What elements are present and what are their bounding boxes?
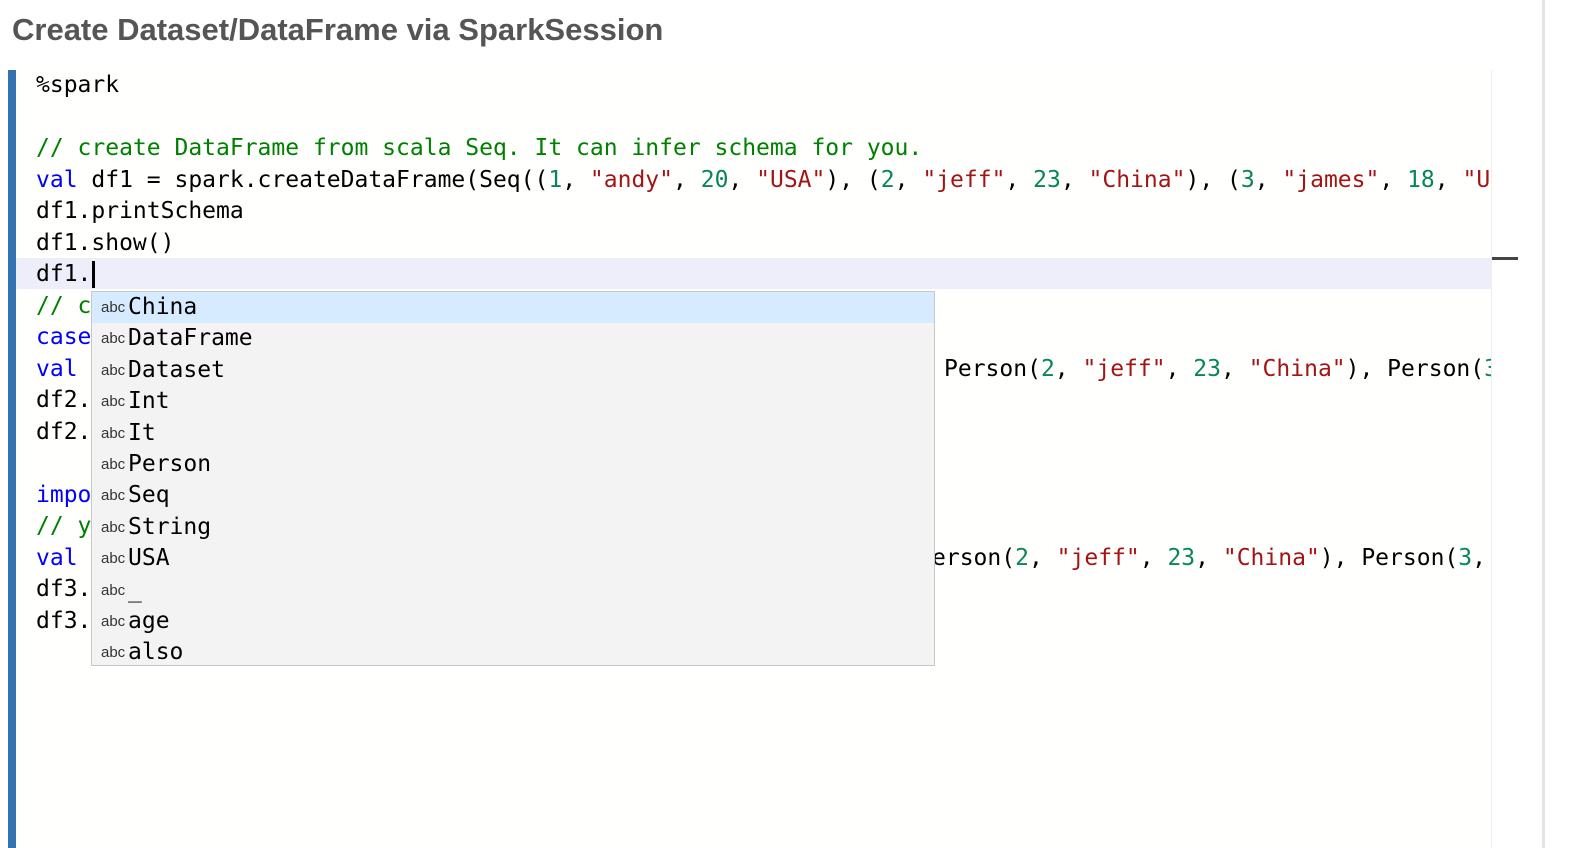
code-line[interactable]: df3. (36, 606, 91, 637)
suggestion-item[interactable]: abc DataFrame (92, 323, 934, 354)
text-suggestion-icon: abc (101, 299, 126, 316)
code-line[interactable]: df1.show() (36, 228, 174, 259)
suggestion-item[interactable]: abc String (92, 512, 934, 543)
page-title: Create Dataset/DataFrame via SparkSessio… (12, 12, 664, 47)
suggestion-item[interactable]: abc _ (92, 575, 934, 606)
paragraph-gutter (8, 70, 16, 848)
text-suggestion-icon: abc (101, 455, 126, 473)
text-suggestion-icon: abc (101, 393, 126, 411)
suggestion-item[interactable]: abc Seq (92, 480, 934, 511)
suggestion-label: String (128, 513, 212, 540)
suggestion-item[interactable]: abc also (92, 637, 934, 668)
code-line[interactable]: val df1 = spark.createDataFrame(Seq((1, … (36, 165, 1518, 196)
text-suggestion-icon: abc (101, 330, 126, 348)
code-line[interactable]: df2. (36, 417, 91, 448)
code-line[interactable]: df2. (36, 385, 91, 416)
suggestion-label: Seq (128, 482, 170, 509)
page-divider (1542, 0, 1545, 848)
text-suggestion-icon: abc (101, 612, 126, 630)
suggestion-item[interactable]: abc Int (92, 386, 934, 417)
code-line[interactable]: impo (36, 480, 91, 511)
suggestion-label: age (128, 607, 170, 634)
text-suggestion-icon: abc (101, 518, 126, 536)
code-line-fragment[interactable]: Person(2, "jeff", 23, "China"), Person(3… (944, 354, 1512, 385)
suggestion-item[interactable]: abc age (92, 606, 934, 637)
suggestion-item[interactable]: abc It (92, 418, 934, 449)
code-line[interactable]: val (36, 354, 78, 385)
suggestion-label: also (128, 639, 184, 666)
suggestion-label: Dataset (128, 356, 225, 383)
code-line[interactable]: case (36, 322, 91, 353)
code-line[interactable]: df1. (36, 259, 96, 290)
text-suggestion-icon: abc (101, 550, 126, 568)
autocomplete-popup[interactable]: abc China abc DataFrame abc Dataset abc Int abc I… (91, 291, 935, 666)
suggestion-label: Person (128, 450, 212, 477)
scrollbar-cursor-marker (1492, 257, 1518, 260)
suggestion-label: _ (128, 576, 142, 603)
suggestion-label: It (128, 419, 156, 446)
text-suggestion-icon: abc (101, 361, 126, 379)
suggestion-label: Int (128, 388, 170, 415)
suggestion-item[interactable]: abc USA (92, 543, 934, 574)
suggestion-label: China (128, 294, 198, 320)
suggestion-item[interactable]: abc China (92, 292, 934, 324)
code-line[interactable]: %spark (36, 70, 119, 101)
code-line[interactable]: // create DataFrame from scala Seq. It c… (36, 133, 922, 164)
text-suggestion-icon: abc (101, 644, 126, 662)
code-line[interactable]: df1.printSchema (36, 196, 244, 227)
text-suggestion-icon: abc (101, 581, 126, 599)
text-suggestion-icon: abc (101, 424, 126, 442)
code-line[interactable]: // c (36, 291, 91, 322)
suggestion-item[interactable]: abc Dataset (92, 355, 934, 386)
text-suggestion-icon: abc (101, 487, 126, 505)
code-line-fragment[interactable]: erson(2, "jeff", 23, "China"), Person(3,… (932, 543, 1518, 574)
current-line-highlight (16, 258, 1518, 289)
code-line[interactable]: val (36, 543, 78, 574)
suggestion-item[interactable]: abc Person (92, 449, 934, 480)
editor-scrollbar[interactable] (1491, 70, 1519, 848)
code-line[interactable]: // y (36, 511, 91, 542)
suggestion-label: USA (128, 545, 170, 572)
code-line[interactable]: df3. (36, 574, 91, 605)
suggestion-label: DataFrame (128, 325, 253, 352)
text-cursor (92, 261, 96, 288)
